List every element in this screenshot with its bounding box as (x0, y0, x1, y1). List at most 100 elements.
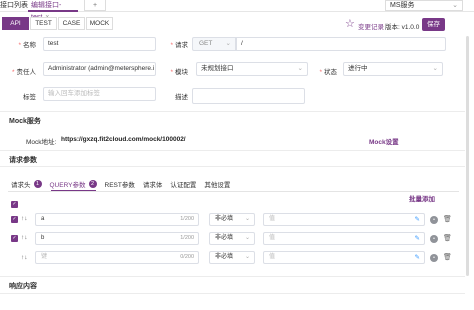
tab-request-body[interactable]: 请求体 (143, 179, 163, 189)
chevron-down-icon: ⌄ (244, 235, 250, 241)
chevron-down-icon: ⌄ (225, 40, 231, 47)
owner-select-value: Administrator (admin@metersphere.i (48, 65, 155, 72)
chevron-down-icon: ⌄ (244, 254, 250, 260)
divider (0, 276, 465, 277)
status-label: * 状态 (319, 69, 337, 76)
tab-test[interactable]: TEST (30, 17, 57, 30)
tab-rest-params[interactable]: REST参数 (105, 179, 135, 189)
version-label: 版本: v1.0.0 (385, 24, 420, 31)
batch-add-link[interactable]: 批量添加 (409, 193, 435, 203)
tab-headers-label: 请求头 (11, 182, 31, 189)
edit-icon[interactable]: ✎ (415, 233, 420, 244)
count-badge: 2 (88, 180, 97, 188)
active-tab-indicator (51, 190, 96, 191)
path-input[interactable]: / (236, 37, 446, 51)
mock-section-title: Mock服务 (9, 118, 41, 125)
response-section-title: 响应内容 (9, 283, 37, 290)
trash-icon[interactable]: 🗑 (443, 253, 452, 261)
name-input[interactable]: test (43, 37, 156, 51)
tab-edit-api[interactable]: 编辑接口-test× (28, 0, 78, 21)
trash-icon[interactable]: 🗑 (443, 215, 452, 223)
edit-icon[interactable]: ✎ (415, 252, 420, 263)
star-icon[interactable]: ☆ (345, 19, 356, 30)
top-tab-bar: 接口列表 编辑接口-test× + MS服务 ⌄ (0, 0, 474, 21)
char-count: 1/200 (180, 216, 194, 222)
tab-headers[interactable]: 请求头 1 (11, 179, 42, 189)
request-params-tabs: 请求头 1 QUERY参数 2 REST参数 请求体 认证配置 其他设置 (11, 179, 238, 189)
divider (0, 166, 465, 167)
sort-icon[interactable]: ↑↓ (21, 215, 28, 222)
param-value-placeholder: 值 (269, 235, 276, 241)
required-select-value: 非必填 (215, 235, 234, 241)
char-count: 0/200 (180, 254, 194, 260)
param-key-value: a (41, 216, 45, 222)
chevron-down-icon: ⌄ (452, 2, 458, 9)
row-checkbox[interactable]: ✓ (11, 216, 18, 223)
param-value-input[interactable]: 值 ✎ (263, 232, 425, 245)
chevron-down-icon: ⌄ (432, 65, 438, 72)
request-label: * 请求 (170, 42, 188, 49)
param-value-placeholder: 值 (269, 254, 276, 260)
tag-label: 标签 (23, 94, 36, 101)
desc-label: 描述 (175, 94, 188, 101)
add-tab-button[interactable]: + (84, 0, 106, 11)
required-select[interactable]: 非必填 ⌄ (209, 251, 255, 264)
required-select[interactable]: 非必填 ⌄ (209, 232, 255, 245)
save-button[interactable]: 保存 (422, 18, 445, 31)
module-select[interactable]: 未规划接口 ⌄ (196, 62, 308, 76)
param-key-input[interactable]: 键 0/200 (35, 251, 199, 264)
owner-label-text: 责任人 (16, 69, 37, 76)
param-key-value: b (41, 235, 45, 241)
sort-icon[interactable]: ↑↓ (21, 234, 28, 241)
changelog-link[interactable]: 变更记录 (358, 21, 384, 31)
status-select[interactable]: 进行中 ⌄ (343, 62, 443, 76)
scrollbar[interactable] (466, 36, 469, 276)
name-label: * 名称 (18, 42, 36, 49)
sort-icon[interactable]: ↑↓ (21, 254, 28, 261)
param-key-input[interactable]: a 1/200 (35, 213, 199, 226)
tab-auth-config[interactable]: 认证配置 (170, 179, 196, 189)
workspace-select-value: MS服务 (390, 2, 415, 9)
tabs-divider (8, 191, 459, 192)
required-select-value: 非必填 (215, 254, 234, 260)
mock-address-label: Mock地址: (26, 139, 57, 146)
tag-input[interactable]: 输入回车添加标签 (43, 87, 156, 101)
more-settings-icon[interactable]: • (430, 235, 438, 243)
trash-icon[interactable]: 🗑 (443, 234, 452, 242)
chevron-down-icon: ⌄ (297, 65, 303, 72)
name-label-text: 名称 (23, 42, 36, 49)
tab-query-params-label: QUERY参数 (49, 182, 86, 189)
tab-other-settings[interactable]: 其他设置 (204, 179, 230, 189)
tab-api-list[interactable]: 接口列表 (0, 0, 28, 12)
tab-query-params[interactable]: QUERY参数 2 (50, 179, 97, 189)
module-select-value: 未规划接口 (201, 65, 234, 72)
divider (0, 293, 465, 294)
tab-api[interactable]: API (2, 17, 29, 30)
request-label-text: 请求 (175, 42, 188, 49)
description-input[interactable] (192, 88, 305, 104)
chevron-down-icon: ⌄ (244, 216, 250, 222)
row-checkbox[interactable]: ✓ (11, 235, 18, 242)
mock-address: https://gxzq.fit2cloud.com/mock/100002/ (61, 136, 186, 143)
required-select[interactable]: 非必填 ⌄ (209, 213, 255, 226)
param-key-input[interactable]: b 1/200 (35, 232, 199, 245)
more-settings-icon[interactable]: • (430, 216, 438, 224)
workspace-select[interactable]: MS服务 ⌄ (385, 0, 463, 11)
param-value-input[interactable]: 值 ✎ (263, 213, 425, 226)
count-badge: 1 (33, 180, 42, 188)
method-select[interactable]: GET ⌄ (192, 37, 236, 51)
owner-select[interactable]: Administrator (admin@metersphere.i (43, 62, 156, 76)
mock-settings-link[interactable]: Mock设置 (369, 136, 399, 146)
status-select-value: 进行中 (348, 65, 368, 72)
status-label-text: 状态 (324, 69, 337, 76)
edit-icon[interactable]: ✎ (415, 214, 420, 225)
more-settings-icon[interactable]: • (430, 254, 438, 262)
tab-mock[interactable]: MOCK (86, 17, 113, 30)
module-label: * 模块 (170, 69, 188, 76)
tab-api-list-label: 接口列表 (0, 2, 28, 9)
tab-case[interactable]: CASE (58, 17, 85, 30)
divider (0, 111, 465, 112)
select-all-checkbox[interactable]: ✓ (11, 201, 18, 208)
param-value-input[interactable]: 值 ✎ (263, 251, 425, 264)
required-select-value: 非必填 (215, 216, 234, 222)
